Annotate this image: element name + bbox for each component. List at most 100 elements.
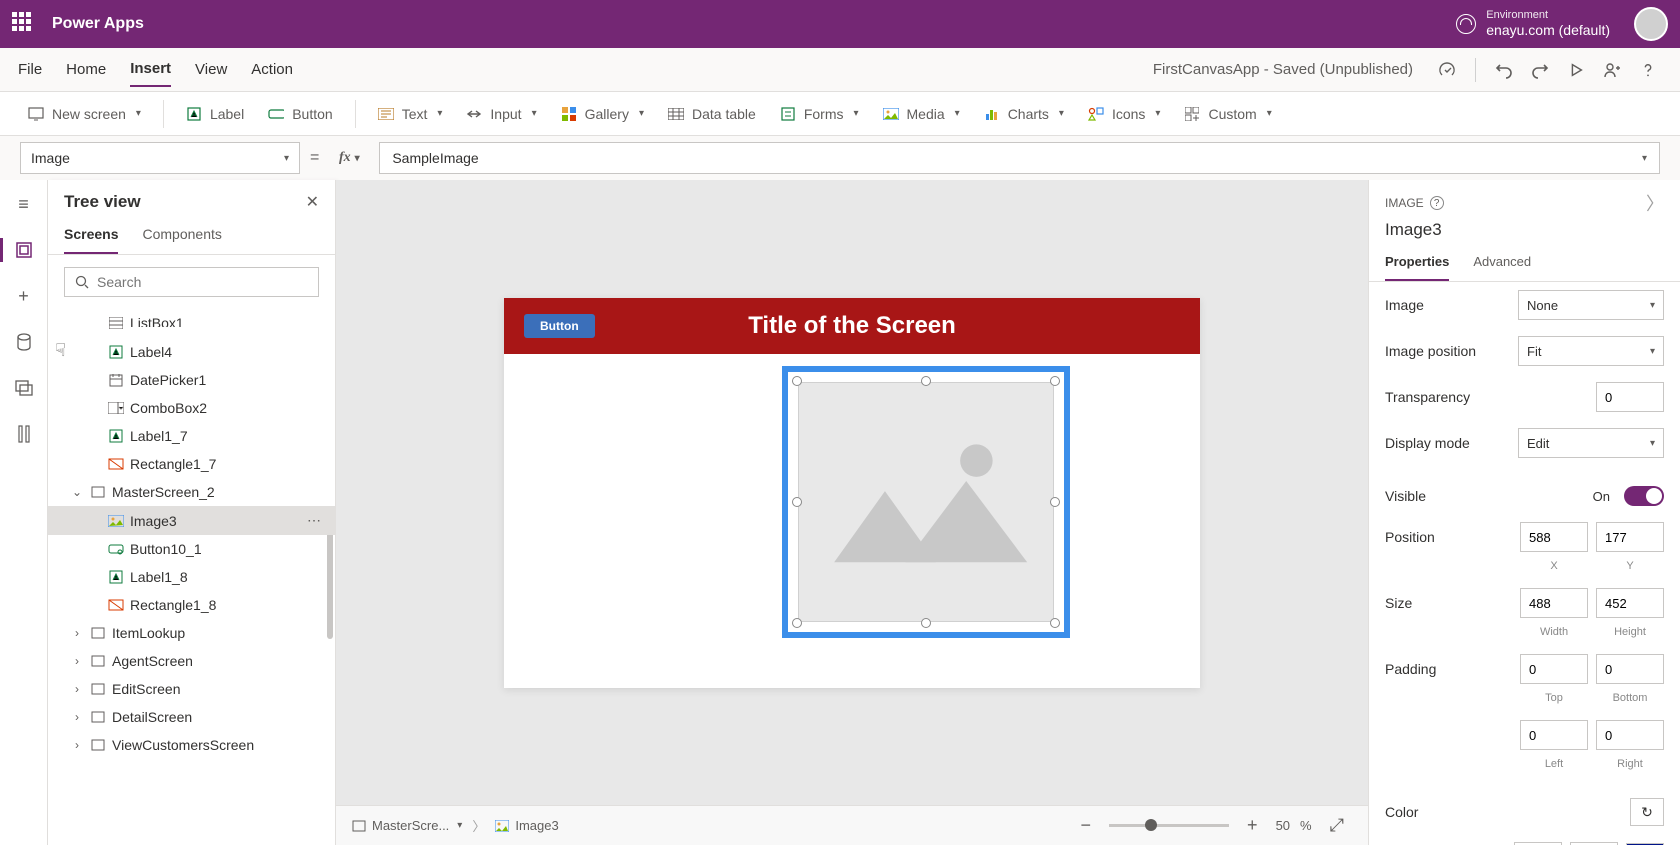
insert-datatable-button[interactable]: Data table: [658, 100, 766, 128]
position-y-input[interactable]: [1596, 522, 1664, 552]
selected-image[interactable]: [782, 366, 1070, 638]
tree-row-itemlookup[interactable]: ›ItemLookup⋯: [48, 619, 335, 647]
insert-forms-button[interactable]: Forms▾: [770, 100, 869, 128]
resize-handle[interactable]: [1050, 618, 1060, 628]
prop-transparency-input[interactable]: [1596, 382, 1664, 412]
fx-button[interactable]: fx▾: [329, 142, 369, 174]
tree-row-image3[interactable]: Image3⋯: [48, 506, 335, 535]
redo-icon[interactable]: [1526, 56, 1554, 84]
search-input[interactable]: [97, 274, 308, 290]
breadcrumb-item[interactable]: Image3: [495, 818, 558, 833]
prop-image-select[interactable]: None▾: [1518, 290, 1664, 320]
visible-toggle[interactable]: [1624, 486, 1664, 506]
insert-custom-button[interactable]: Custom▾: [1174, 100, 1281, 128]
insert-charts-button[interactable]: Charts▾: [974, 100, 1074, 128]
tree-row-listbox1[interactable]: ListBox1⋯: [48, 309, 335, 337]
padding-left-input[interactable]: [1520, 720, 1588, 750]
tree-row-rectangle1_8[interactable]: Rectangle1_8⋯: [48, 591, 335, 619]
avatar[interactable]: [1634, 7, 1668, 41]
prop-padding-label: Padding: [1385, 661, 1512, 677]
tree-row-datepicker1[interactable]: DatePicker1⋯: [48, 366, 335, 394]
rail-hamburger-icon[interactable]: ≡: [10, 190, 38, 218]
tab-properties[interactable]: Properties: [1385, 248, 1449, 281]
formula-input[interactable]: SampleImage▾: [379, 142, 1660, 174]
close-icon[interactable]: ✕: [306, 192, 319, 212]
resize-handle[interactable]: [792, 618, 802, 628]
insert-button-button[interactable]: Button: [258, 100, 342, 128]
chevron-right-icon[interactable]: ›: [70, 682, 84, 696]
tree-row-editscreen[interactable]: ›EditScreen⋯: [48, 675, 335, 703]
info-icon[interactable]: ?: [1430, 196, 1444, 210]
zoom-slider[interactable]: [1109, 824, 1229, 827]
canvas-button[interactable]: Button: [524, 314, 595, 338]
padding-right-input[interactable]: [1596, 720, 1664, 750]
chevron-right-icon[interactable]: 〉: [1646, 190, 1664, 216]
rail-insert-icon[interactable]: +: [10, 282, 38, 310]
position-x-input[interactable]: [1520, 522, 1588, 552]
app-checker-icon[interactable]: [1433, 56, 1461, 84]
menu-insert[interactable]: Insert: [130, 52, 171, 87]
waffle-menu[interactable]: [12, 12, 36, 36]
tree-row-viewcustomersscreen[interactable]: ›ViewCustomersScreen⋯: [48, 731, 335, 759]
fit-screen-icon[interactable]: ⤢: [1322, 815, 1352, 836]
tab-screens[interactable]: Screens: [64, 220, 118, 254]
menu-view[interactable]: View: [195, 53, 227, 86]
breadcrumb-screen[interactable]: MasterScre...▾: [352, 818, 462, 833]
resize-handle[interactable]: [921, 618, 931, 628]
menu-action[interactable]: Action: [251, 53, 293, 86]
prop-imageposition-select[interactable]: Fit▾: [1518, 336, 1664, 366]
help-icon[interactable]: [1634, 56, 1662, 84]
rail-media-icon[interactable]: [10, 374, 38, 402]
tree-row-label1_8[interactable]: Label1_8⋯: [48, 563, 335, 591]
insert-input-button[interactable]: Input▾: [456, 100, 546, 128]
resize-handle[interactable]: [1050, 376, 1060, 386]
tree-search[interactable]: [64, 267, 319, 297]
chevron-down-icon[interactable]: ⌄: [70, 485, 84, 499]
insert-icons-button[interactable]: Icons▾: [1078, 100, 1171, 128]
rail-tree-icon[interactable]: [10, 236, 38, 264]
width-input[interactable]: [1520, 588, 1588, 618]
tree-row-button10_1[interactable]: Button10_1⋯: [48, 535, 335, 563]
environment-selector[interactable]: Environment enayu.com (default): [1456, 9, 1610, 39]
tree-row-agentscreen[interactable]: ›AgentScreen⋯: [48, 647, 335, 675]
resize-handle[interactable]: [792, 497, 802, 507]
zoom-in-button[interactable]: +: [1239, 815, 1266, 836]
prop-displaymode-select[interactable]: Edit▾: [1518, 428, 1664, 458]
tree-row-masterscreen_2[interactable]: ⌄MasterScreen_2⋯: [48, 478, 335, 506]
padding-top-input[interactable]: [1520, 654, 1588, 684]
property-selector[interactable]: Image▾: [20, 142, 300, 174]
rail-tools-icon[interactable]: [10, 420, 38, 448]
chevron-right-icon[interactable]: ›: [70, 738, 84, 752]
chevron-right-icon[interactable]: ›: [70, 654, 84, 668]
insert-text-button[interactable]: Text▾: [368, 100, 453, 128]
undo-icon[interactable]: [1490, 56, 1518, 84]
tree-row-label1_7[interactable]: Label1_7⋯: [48, 422, 335, 450]
resize-handle[interactable]: [1050, 497, 1060, 507]
menu-file[interactable]: File: [18, 53, 42, 86]
resize-handle[interactable]: [792, 376, 802, 386]
share-icon[interactable]: [1598, 56, 1626, 84]
custom-icon: [1184, 106, 1200, 122]
chevron-right-icon[interactable]: ›: [70, 626, 84, 640]
padding-bottom-input[interactable]: [1596, 654, 1664, 684]
tab-advanced[interactable]: Advanced: [1473, 248, 1531, 281]
chevron-right-icon[interactable]: ›: [70, 710, 84, 724]
zoom-out-button[interactable]: −: [1073, 815, 1100, 836]
play-icon[interactable]: [1562, 56, 1590, 84]
tree-row-rectangle1_7[interactable]: Rectangle1_7⋯: [48, 450, 335, 478]
insert-media-button[interactable]: Media▾: [873, 100, 970, 128]
insert-label-button[interactable]: Label: [176, 100, 254, 128]
tree-row-label4[interactable]: Label4⋯: [48, 337, 335, 366]
tab-components[interactable]: Components: [142, 220, 221, 254]
rail-data-icon[interactable]: [10, 328, 38, 356]
resize-handle[interactable]: [921, 376, 931, 386]
menu-home[interactable]: Home: [66, 53, 106, 86]
canvas-screen[interactable]: Button Title of the Screen: [504, 298, 1200, 688]
tree-row-combobox2[interactable]: ComboBox2⋯: [48, 394, 335, 422]
color-reset-icon[interactable]: ↻: [1630, 798, 1664, 826]
tree-row-detailscreen[interactable]: ›DetailScreen⋯: [48, 703, 335, 731]
new-screen-button[interactable]: New screen▾: [18, 100, 151, 128]
insert-gallery-button[interactable]: Gallery▾: [551, 100, 654, 128]
more-icon[interactable]: ⋯: [307, 512, 323, 529]
height-input[interactable]: [1596, 588, 1664, 618]
